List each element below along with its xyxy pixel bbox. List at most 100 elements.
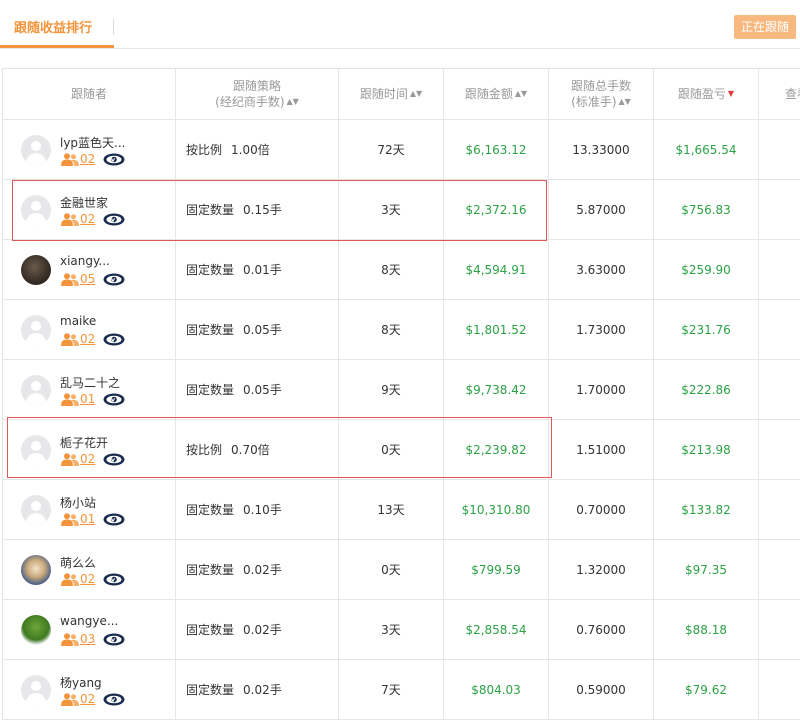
strategy-param: 0.05手 <box>243 383 282 397</box>
follower-cell: 杨yang 02 <box>2 660 175 719</box>
sort-updown-icon[interactable]: ▲▼ <box>287 94 299 110</box>
follower-name[interactable]: lyp蓝色天... <box>60 134 126 151</box>
profit-cell: $97.35 <box>653 540 758 599</box>
col-profit[interactable]: 跟随盈亏 ▼ <box>653 69 758 119</box>
avatar[interactable] <box>21 615 51 645</box>
view-cell[interactable] <box>758 300 800 359</box>
follow-time: 72天 <box>377 143 405 157</box>
col-profit-label: 跟随盈亏 <box>677 87 726 101</box>
follower-count-link[interactable]: 03 <box>80 632 95 646</box>
avatar[interactable] <box>21 495 51 525</box>
tab-follow-profit-ranking[interactable]: 跟随收益排行 <box>0 0 114 48</box>
table-row[interactable]: maike 02 固定数量 0.05手 8天 $1,801.52 1.73000 $231.7… <box>2 300 800 360</box>
follower-name[interactable]: 乱马二十之 <box>60 374 120 391</box>
sort-updown-icon[interactable]: ▲▼ <box>515 86 527 102</box>
strategy-param: 0.70倍 <box>231 443 270 457</box>
follower-count-link[interactable]: 02 <box>80 572 95 586</box>
avatar[interactable] <box>21 255 51 285</box>
view-cell[interactable] <box>758 240 800 299</box>
view-cell[interactable] <box>758 420 800 479</box>
follower-count-link[interactable]: 01 <box>80 392 95 406</box>
follow-time: 0天 <box>381 563 401 577</box>
follower-name[interactable]: 萌么么 <box>60 554 96 571</box>
following-button[interactable]: 正在跟随 <box>734 15 796 39</box>
view-cell[interactable] <box>758 120 800 179</box>
vip-eye-badge-icon <box>103 513 125 526</box>
table-row[interactable]: 金融世家 02 固定数量 0.15手 3天 $2,372.16 5.87000 $756.83 <box>2 180 800 240</box>
total-lots: 0.59000 <box>576 682 626 697</box>
avatar[interactable] <box>21 375 51 405</box>
follower-name[interactable]: 金融世家 <box>60 194 108 211</box>
table-row[interactable]: 杨小站 01 固定数量 0.10手 13天 $10,310.80 0.70000 $133.8… <box>2 480 800 540</box>
strategy-cell: 固定数量 0.02手 <box>175 660 338 719</box>
view-cell[interactable] <box>758 180 800 239</box>
follower-name[interactable]: xiangy... <box>60 254 110 268</box>
strategy-param: 0.10手 <box>243 503 282 517</box>
sort-down-active-icon[interactable]: ▼ <box>728 86 734 102</box>
follower-name[interactable]: maike <box>60 314 96 328</box>
avatar[interactable] <box>21 135 51 165</box>
follow-profit: $259.90 <box>681 262 731 277</box>
follower-name[interactable]: wangye... <box>60 614 118 628</box>
table-row[interactable]: 栀子花开 02 按比例 0.70倍 0天 $2,239.82 1.51000 $213.98 <box>2 420 800 480</box>
sort-updown-icon[interactable]: ▲▼ <box>410 86 422 102</box>
view-cell[interactable] <box>758 480 800 539</box>
follower-count-link[interactable]: 02 <box>80 212 95 226</box>
strategy-cell: 按比例 0.70倍 <box>175 420 338 479</box>
view-cell[interactable] <box>758 660 800 719</box>
strategy-type: 固定数量 <box>186 383 235 397</box>
vip-eye-badge-icon <box>103 153 125 166</box>
amount-cell: $804.03 <box>443 660 548 719</box>
strategy-param: 0.05手 <box>243 323 282 337</box>
table-row[interactable]: 乱马二十之 01 固定数量 0.05手 9天 $9,738.42 1.70000 $222.8… <box>2 360 800 420</box>
avatar[interactable] <box>21 435 51 465</box>
view-cell[interactable] <box>758 360 800 419</box>
follower-cell: 杨小站 01 <box>2 480 175 539</box>
table-row[interactable]: wangye... 03 固定数量 0.02手 3天 $2,858.54 0.76000 $8… <box>2 600 800 660</box>
view-cell[interactable] <box>758 540 800 599</box>
follow-profit: $222.86 <box>681 382 731 397</box>
col-view-label: 查看 <box>785 87 800 101</box>
col-amount[interactable]: 跟随金额 ▲▼ <box>443 69 548 119</box>
follower-count-link[interactable]: 02 <box>80 152 95 166</box>
follower-count-link[interactable]: 05 <box>80 272 95 286</box>
follow-time: 7天 <box>381 683 401 697</box>
total-lots: 3.63000 <box>576 262 626 277</box>
avatar[interactable] <box>21 195 51 225</box>
avatar[interactable] <box>21 315 51 345</box>
col-time[interactable]: 跟随时间 ▲▼ <box>338 69 443 119</box>
people-group-icon <box>61 212 79 226</box>
follow-profit: $79.62 <box>685 682 727 697</box>
time-cell: 72天 <box>338 120 443 179</box>
follower-count-link[interactable]: 02 <box>80 452 95 466</box>
strategy-type: 固定数量 <box>186 623 235 637</box>
col-lots[interactable]: 跟随总手数 (标准手) ▲▼ <box>548 69 653 119</box>
follower-count-link[interactable]: 02 <box>80 332 95 346</box>
lots-cell: 13.33000 <box>548 120 653 179</box>
strategy-type: 按比例 <box>186 143 223 157</box>
follower-cell: 乱马二十之 01 <box>2 360 175 419</box>
avatar[interactable] <box>21 555 51 585</box>
view-cell[interactable] <box>758 600 800 659</box>
follow-amount: $804.03 <box>471 682 521 697</box>
follower-cell: maike 02 <box>2 300 175 359</box>
follower-name[interactable]: 杨小站 <box>60 494 96 511</box>
vip-eye-badge-icon <box>103 693 125 706</box>
col-amount-label: 跟随金额 <box>464 87 513 101</box>
table-row[interactable]: 萌么么 02 固定数量 0.02手 0天 $799.59 1.32000 $97.35 <box>2 540 800 600</box>
amount-cell: $2,239.82 <box>443 420 548 479</box>
follower-count-link[interactable]: 02 <box>80 692 95 706</box>
avatar[interactable] <box>21 675 51 705</box>
table-row[interactable]: lyp蓝色天... 02 按比例 1.00倍 72天 $6,163.12 13.33000 $… <box>2 120 800 180</box>
table-row[interactable]: 杨yang 02 固定数量 0.02手 7天 $804.03 0.59000 $79.62 <box>2 660 800 720</box>
follower-name[interactable]: 栀子花开 <box>60 434 108 451</box>
total-lots: 0.76000 <box>576 622 626 637</box>
follower-name[interactable]: 杨yang <box>60 674 102 691</box>
lots-cell: 1.51000 <box>548 420 653 479</box>
follow-profit: $97.35 <box>685 562 727 577</box>
sort-updown-icon[interactable]: ▲▼ <box>619 94 631 110</box>
col-strategy[interactable]: 跟随策略 (经纪商手数) ▲▼ <box>175 69 338 119</box>
table-row[interactable]: xiangy... 05 固定数量 0.01手 8天 $4,594.91 3.63000 $2… <box>2 240 800 300</box>
follower-count-link[interactable]: 01 <box>80 512 95 526</box>
col-lots-label: 跟随总手数 <box>570 79 631 93</box>
